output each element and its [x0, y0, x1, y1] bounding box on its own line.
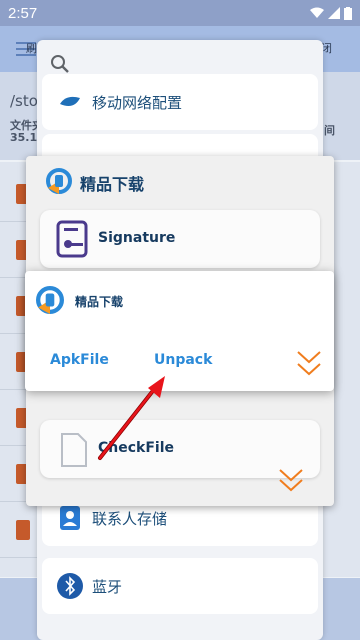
app-logo-icon: [36, 286, 64, 314]
chevron-down-icon[interactable]: [278, 466, 304, 494]
menu-item-bluetooth[interactable]: 蓝牙: [42, 558, 318, 614]
dialog-title: 精品下载: [75, 295, 124, 309]
menu-item-label: 联系人存储: [92, 510, 168, 528]
status-bar: 2:57: [0, 0, 360, 26]
search-icon[interactable]: [50, 54, 70, 74]
unpack-button[interactable]: Unpack: [154, 352, 212, 368]
wifi-icon: [310, 7, 324, 18]
signature-icon: [56, 220, 88, 258]
card-label: Signature: [98, 230, 176, 246]
apkfile-button[interactable]: ApkFile: [50, 352, 109, 368]
app-logo-icon: [46, 168, 72, 194]
contacts-icon: [60, 506, 80, 530]
status-icons: [310, 6, 352, 20]
network-icon: [60, 96, 80, 106]
sheet-title: 精品下载: [80, 175, 145, 194]
file-icon: [16, 520, 30, 540]
chevron-down-icon[interactable]: [296, 348, 322, 378]
bluetooth-icon: [57, 573, 83, 599]
battery-icon: [344, 6, 352, 20]
card-signature[interactable]: Signature: [40, 210, 320, 268]
menu-item-mobile-network[interactable]: 移动网络配置: [42, 74, 318, 130]
signal-icon: [328, 7, 340, 19]
path-right-text: 间: [324, 124, 335, 137]
download-dialog: [25, 271, 334, 391]
file-icon: [61, 433, 87, 467]
status-time: 2:57: [8, 4, 38, 22]
card-label: CheckFile: [98, 440, 175, 456]
path-text: /sto: [10, 92, 38, 110]
menu-item-label: 移动网络配置: [92, 94, 183, 112]
menu-item-label: 蓝牙: [92, 578, 123, 596]
